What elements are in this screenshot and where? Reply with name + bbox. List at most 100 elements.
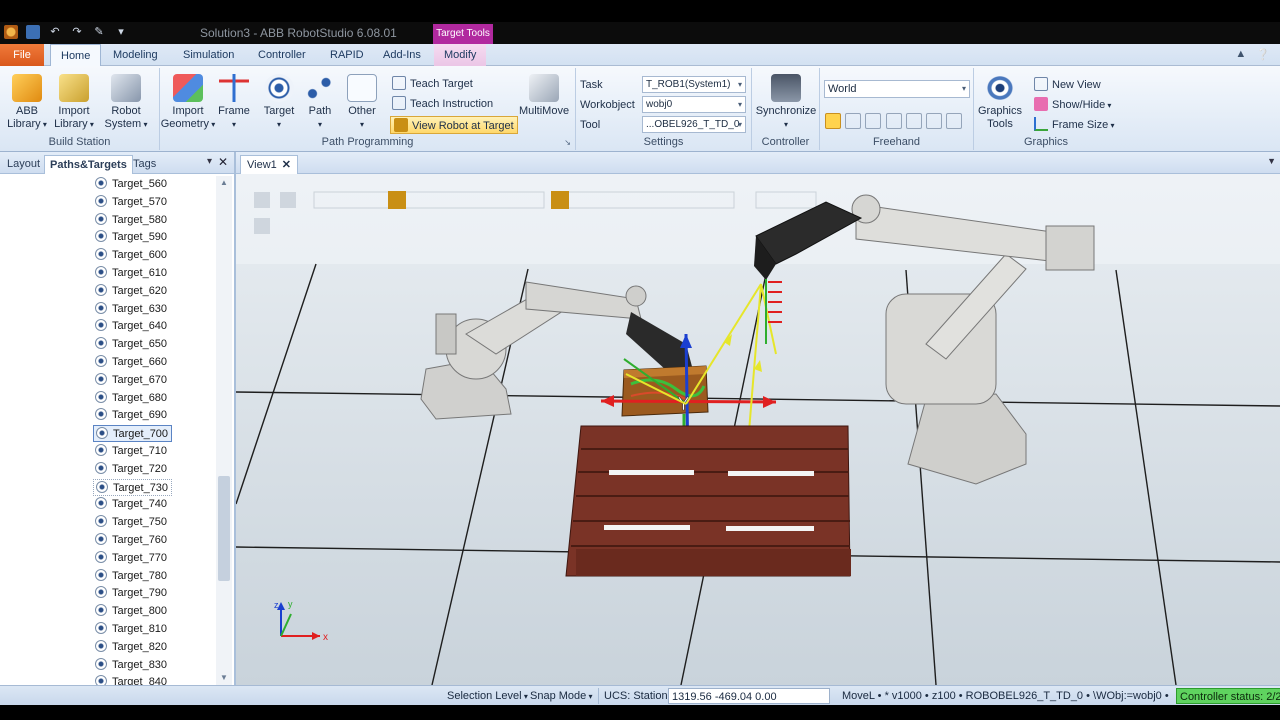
collapse-ribbon-icon[interactable]: ▲ [1235, 48, 1246, 61]
3d-viewport[interactable]: Y x y z [236, 174, 1280, 685]
tree-item-label: Target_780 [112, 569, 168, 582]
instruction-template[interactable]: MoveL • * v1000 • z100 • ROBOBEL926_T_TD… [842, 688, 1169, 704]
undo-icon[interactable]: ↶ [48, 25, 62, 39]
tree-item-target-820[interactable]: Target_820 [93, 639, 170, 656]
tree-item-target-680[interactable]: Target_680 [93, 390, 170, 407]
tree-item-target-710[interactable]: Target_710 [93, 443, 170, 460]
show-hide-button[interactable]: Show/Hide [1034, 96, 1111, 114]
tree-item-target-810[interactable]: Target_810 [93, 621, 170, 638]
abb-library-button[interactable]: ABB Library [6, 74, 48, 131]
tab-simulation[interactable]: Simulation [173, 44, 244, 66]
tree-item-target-790[interactable]: Target_790 [93, 585, 170, 602]
target-icon [95, 622, 107, 634]
import-geometry-button[interactable]: Import Geometry [160, 74, 216, 131]
scroll-down-icon[interactable]: ▼ [216, 671, 232, 685]
tree-item-target-690[interactable]: Target_690 [93, 407, 170, 424]
pin-dropdown-icon[interactable]: ▾ [207, 156, 212, 167]
tab-rapid[interactable]: RAPID [320, 44, 374, 66]
teach-target-button[interactable]: Teach Target [392, 75, 473, 93]
scroll-up-icon[interactable]: ▲ [216, 176, 232, 190]
tab-home[interactable]: Home [50, 44, 102, 67]
multimove-button[interactable]: MultiMove [516, 74, 572, 118]
controller-status-badge[interactable]: Controller status: 2/2 [1176, 688, 1280, 704]
tree-item-target-780[interactable]: Target_780 [93, 568, 170, 585]
tree-item-target-630[interactable]: Target_630 [93, 301, 170, 318]
tree-item-label: Target_760 [112, 534, 168, 546]
tree-item-target-700[interactable]: Target_700 [93, 425, 173, 443]
multirobot-jog-icon[interactable] [926, 113, 942, 129]
view-robot-at-target-button[interactable]: View Robot at Target [390, 116, 518, 134]
jog-linear-icon[interactable] [886, 113, 902, 129]
task-select[interactable]: T_ROB1(System1) [642, 76, 746, 93]
tree-item-target-570[interactable]: Target_570 [93, 194, 170, 211]
tab-tags[interactable]: Tags [128, 155, 161, 174]
tree-item-target-590[interactable]: Target_590 [93, 229, 170, 246]
other-button[interactable]: Other [346, 74, 378, 131]
close-panel-icon[interactable]: ✕ [218, 155, 228, 169]
rotate-tool-icon[interactable] [845, 113, 861, 129]
tab-modeling[interactable]: Modeling [103, 44, 168, 66]
save-icon[interactable] [26, 25, 40, 39]
view-menu-icon[interactable]: ▼ [1267, 156, 1276, 166]
tree-item-target-800[interactable]: Target_800 [93, 603, 170, 620]
pallet[interactable] [565, 425, 851, 577]
tab-modify[interactable]: Modify [434, 44, 487, 66]
tab-controller[interactable]: Controller [248, 44, 316, 66]
reference-frame-select[interactable]: World [824, 80, 970, 98]
dialog-launcher-icon[interactable]: ↘ [564, 138, 571, 147]
import-library-button[interactable]: Import Library [52, 74, 96, 131]
jog-reorient-icon[interactable] [906, 113, 922, 129]
tree-item-target-750[interactable]: Target_750 [93, 514, 170, 531]
tree-item-target-600[interactable]: Target_600 [93, 247, 170, 264]
app-logo-icon[interactable] [4, 25, 18, 39]
teach-target-icon [392, 76, 406, 90]
target-icon [95, 301, 107, 314]
new-view-button[interactable]: New View [1034, 76, 1101, 94]
freehand-more-icon[interactable] [946, 113, 962, 129]
graphics-tools-button[interactable]: Graphics Tools [976, 74, 1024, 131]
tree-item-target-560[interactable]: Target_560 [93, 176, 170, 193]
frame-size-button[interactable]: Frame Size [1034, 116, 1115, 134]
brush-icon[interactable]: ✎ [92, 25, 106, 39]
move-tool-icon[interactable] [825, 113, 841, 129]
tree-item-target-830[interactable]: Target_830 [93, 657, 170, 674]
tab-paths-targets[interactable]: Paths&Targets [44, 155, 133, 174]
tab-add-ins[interactable]: Add-Ins [373, 44, 431, 66]
frame-button[interactable]: Frame [218, 74, 250, 131]
scroll-thumb[interactable] [218, 476, 230, 581]
tree-item-target-640[interactable]: Target_640 [93, 318, 170, 335]
tool-select[interactable]: ...OBEL926_T_TD_0 [642, 116, 746, 133]
redo-icon[interactable]: ↷ [70, 25, 84, 39]
robot-system-button[interactable]: Robot System [104, 74, 148, 131]
tree-item-target-670[interactable]: Target_670 [93, 372, 170, 389]
selection-active-icon[interactable] [551, 191, 569, 209]
tree-item-target-610[interactable]: Target_610 [93, 265, 170, 282]
snap-mode-dropdown[interactable]: Snap Mode [530, 688, 593, 704]
tree-item-target-720[interactable]: Target_720 [93, 461, 170, 478]
view1-tab[interactable]: View1 ✕ [240, 155, 298, 174]
jog-joint-icon[interactable] [865, 113, 881, 129]
tree-item-target-840[interactable]: Target_840 [93, 674, 170, 685]
tree-scrollbar[interactable]: ▲ ▼ [216, 176, 232, 685]
tab-file[interactable]: File [0, 44, 44, 66]
tree-item-target-660[interactable]: Target_660 [93, 354, 170, 371]
tree-item-target-740[interactable]: Target_740 [93, 496, 170, 513]
close-view-icon[interactable]: ✕ [282, 159, 291, 171]
workobject-select[interactable]: wobj0 [642, 96, 746, 113]
path-button[interactable]: Path [305, 74, 335, 131]
snap-active-icon[interactable] [388, 191, 406, 209]
target-button[interactable]: Target [262, 74, 296, 131]
tree-item-target-650[interactable]: Target_650 [93, 336, 170, 353]
customize-icon[interactable]: ▾ [114, 25, 128, 39]
tree-item-target-770[interactable]: Target_770 [93, 550, 170, 567]
teach-instruction-button[interactable]: Teach Instruction [392, 95, 493, 113]
selection-level-dropdown[interactable]: Selection Level [447, 688, 528, 704]
tree-item-target-760[interactable]: Target_760 [93, 532, 170, 549]
tab-layout[interactable]: Layout [2, 155, 45, 174]
tree-item-target-580[interactable]: Target_580 [93, 212, 170, 229]
group-label-settings: Settings [643, 136, 684, 148]
tree-item-target-730[interactable]: Target_730 [93, 478, 173, 496]
synchronize-button[interactable]: Synchronize [754, 74, 818, 131]
help-icon[interactable]: ❔ [1256, 48, 1270, 61]
tree-item-target-620[interactable]: Target_620 [93, 283, 170, 300]
